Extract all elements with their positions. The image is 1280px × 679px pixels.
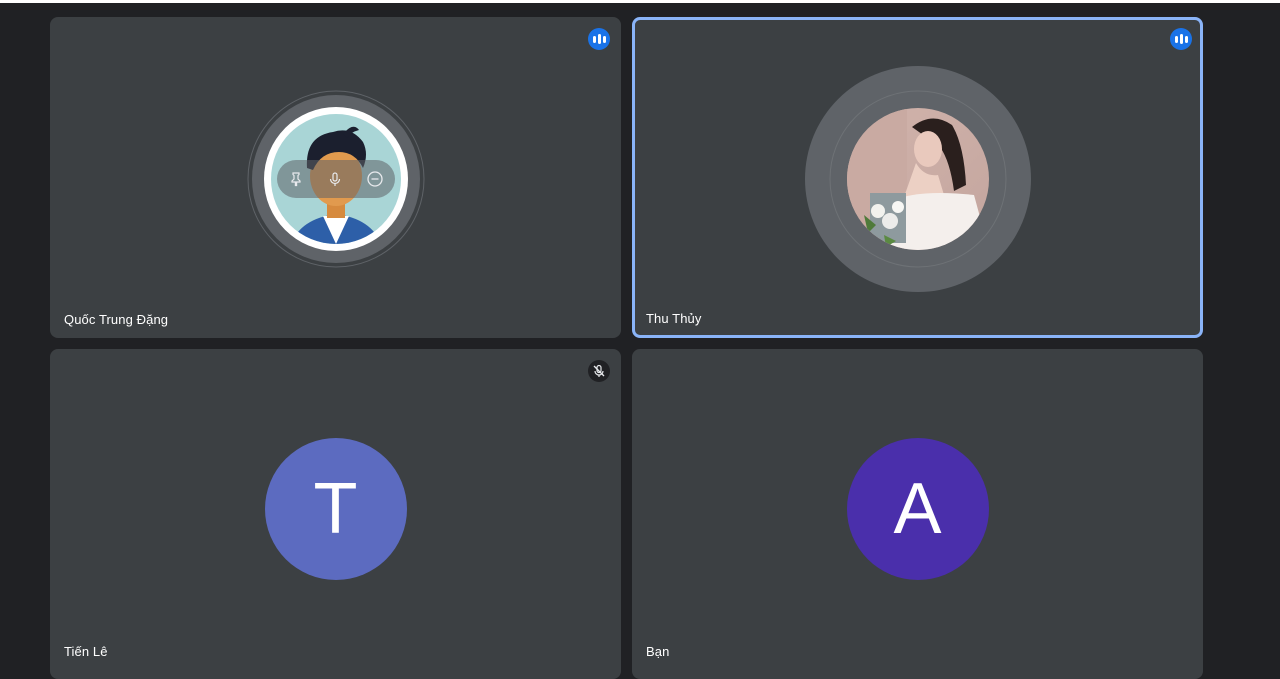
mic-off-icon xyxy=(588,360,610,382)
participant-grid: Quốc Trung Đặng Thu Thủy T Tiến Lê A Bạn xyxy=(0,0,1280,679)
participant-tile-active[interactable]: Thu Thủy xyxy=(632,17,1203,338)
participant-tile[interactable]: T Tiến Lê xyxy=(50,349,621,679)
speaking-indicator-icon xyxy=(1170,28,1192,50)
avatar xyxy=(804,65,1032,293)
participant-tile[interactable]: Quốc Trung Đặng xyxy=(50,17,621,338)
pin-icon[interactable] xyxy=(284,167,308,191)
mic-icon[interactable] xyxy=(323,167,347,191)
avatar-letter: A xyxy=(846,438,989,580)
participant-tile-self[interactable]: A Bạn xyxy=(632,349,1203,679)
hover-controls xyxy=(276,160,395,198)
avatar: T xyxy=(264,438,407,580)
avatar-letter: T xyxy=(264,438,407,580)
avatar xyxy=(247,90,425,268)
participant-name: Thu Thủy xyxy=(646,311,702,326)
speaking-indicator-icon xyxy=(588,28,610,50)
participant-name: Tiến Lê xyxy=(64,644,108,659)
avatar: A xyxy=(846,438,989,580)
remove-icon[interactable] xyxy=(363,167,387,191)
participant-name: Quốc Trung Đặng xyxy=(64,312,169,327)
participant-name: Bạn xyxy=(646,644,670,659)
profile-photo xyxy=(804,66,1031,292)
